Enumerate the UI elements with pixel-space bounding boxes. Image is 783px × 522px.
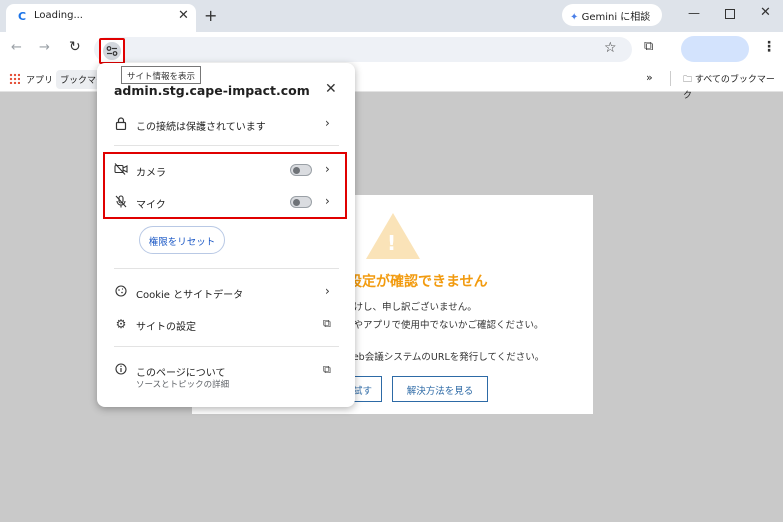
title-bar: C Loading... ✕ + ✦ Gemini に相談 — ✕: [0, 0, 783, 32]
bookmarks-overflow-icon[interactable]: »: [646, 71, 653, 84]
apps-grid-icon[interactable]: [9, 73, 20, 84]
site-info-popup: admin.stg.cape-impact.com ✕ この接続は保護されていま…: [97, 63, 355, 407]
cookie-icon: [114, 285, 128, 300]
maximize-button[interactable]: [725, 9, 735, 19]
all-bookmarks-label: すべてのブックマーク: [683, 75, 775, 101]
site-settings-label: サイトの設定: [136, 322, 196, 333]
solution-button[interactable]: 解決方法を見る: [392, 376, 488, 402]
popup-close-icon[interactable]: ✕: [325, 81, 337, 97]
dialog-message-line: Web会議システムのURLを発行してください。: [344, 352, 545, 363]
info-icon: [114, 363, 128, 378]
dialog-title: 設定が確認できません: [348, 274, 488, 290]
gear-icon: ⚙: [115, 317, 127, 331]
reset-permissions-button[interactable]: 権限をリセット: [139, 226, 225, 254]
about-page-row[interactable]: このページについて ソースとトピックの詳細 ⧉: [97, 355, 355, 395]
site-info-tooltip: サイト情報を表示: [121, 66, 201, 84]
address-bar[interactable]: [94, 37, 632, 62]
popup-domain: admin.stg.cape-impact.com: [114, 83, 310, 98]
lock-icon: [114, 117, 128, 133]
site-info-button[interactable]: [99, 38, 125, 64]
back-button[interactable]: ←: [11, 40, 22, 55]
warning-exclamation: !: [387, 231, 397, 255]
gemini-icon: ✦: [570, 12, 579, 23]
gemini-label: Gemini に相談: [581, 12, 651, 23]
tab-title: Loading...: [34, 10, 83, 21]
bookmarks-divider: [670, 71, 671, 86]
divider: [114, 346, 339, 347]
external-link-icon: ⧉: [323, 317, 331, 330]
folder-icon: 🗀: [683, 75, 693, 85]
bookmark-apps[interactable]: アプリ: [26, 73, 53, 86]
gemini-button[interactable]: ✦ Gemini に相談: [562, 4, 662, 26]
permissions-highlight: [103, 152, 347, 219]
site-settings-row[interactable]: ⚙ サイトの設定 ⧉: [97, 309, 355, 339]
tune-icon: [103, 42, 121, 60]
divider: [114, 268, 339, 269]
about-label: このページについて: [136, 368, 226, 379]
bookmark-star-icon[interactable]: ☆: [604, 40, 617, 56]
browser-tab[interactable]: C Loading... ✕: [6, 4, 196, 32]
profile-button[interactable]: [681, 36, 749, 62]
tab-close-icon[interactable]: ✕: [178, 8, 189, 23]
menu-icon[interactable]: ⋮: [762, 39, 776, 55]
extensions-icon[interactable]: ⧉: [644, 39, 653, 54]
cookie-site-data-row[interactable]: Cookie とサイトデータ ›: [97, 277, 355, 307]
forward-button[interactable]: →: [39, 40, 50, 55]
cookie-label: Cookie とサイトデータ: [136, 290, 244, 301]
window-close-button[interactable]: ✕: [760, 5, 771, 20]
dialog-message-line: かけし、申し訳ございません。: [344, 302, 477, 313]
all-bookmarks-button[interactable]: 🗀 すべてのブックマーク: [683, 72, 783, 101]
connection-secure-row[interactable]: この接続は保護されています ›: [97, 109, 355, 139]
chevron-right-icon: ›: [325, 284, 330, 298]
chevron-right-icon: ›: [325, 116, 330, 130]
divider: [114, 145, 339, 146]
reload-button[interactable]: ↻: [69, 39, 81, 55]
new-tab-button[interactable]: +: [204, 6, 217, 25]
external-link-icon: ⧉: [323, 363, 331, 376]
tab-favicon-icon: C: [18, 10, 27, 23]
dialog-message-line: ブやアプリで使用中でないかご確認ください。: [344, 320, 544, 331]
about-sublabel: ソースとトピックの詳細: [136, 380, 230, 390]
connection-label: この接続は保護されています: [136, 122, 266, 133]
minimize-button[interactable]: —: [688, 6, 700, 20]
